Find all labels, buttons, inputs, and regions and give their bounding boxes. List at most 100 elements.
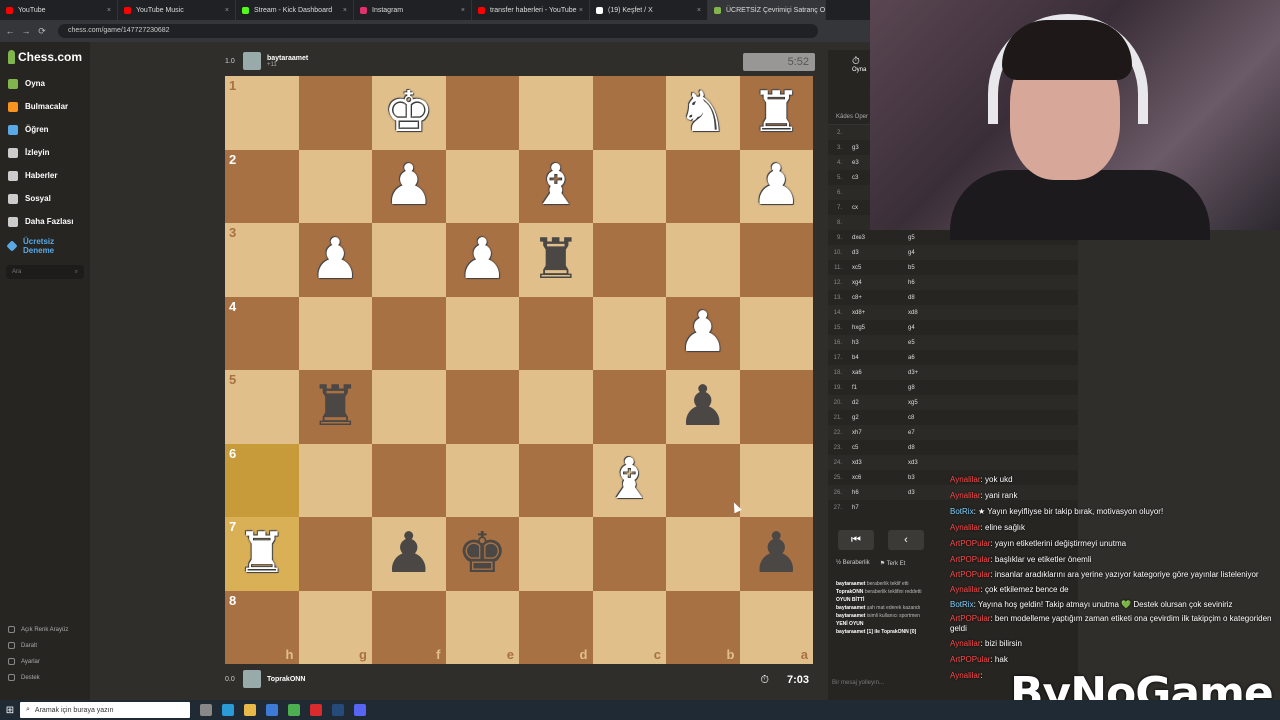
board-square[interactable] [519,370,593,444]
board-square[interactable] [519,443,593,517]
board-square[interactable] [592,517,666,591]
board-square[interactable]: ♜ [298,370,372,444]
move-san[interactable]: xd8 [908,310,968,316]
first-move-button[interactable]: ⏮ [838,530,874,550]
board-square[interactable]: ♟ [372,149,446,223]
chat-username[interactable]: Aynalilar [950,523,981,532]
board-square[interactable] [592,296,666,370]
board-square[interactable] [445,76,519,150]
move-san[interactable]: a6 [908,355,968,361]
browser-tab[interactable]: YouTube × [0,0,118,20]
move-san[interactable]: c5 [848,445,908,451]
board-square[interactable]: ♟ [739,517,813,591]
white-king-icon[interactable]: ♚ [384,84,434,141]
sidebar-item-6[interactable]: Daha Fazlası [0,210,90,233]
white-rook-icon[interactable]: ♜ [237,525,287,582]
board-square[interactable]: ♟ [372,517,446,591]
move-san[interactable]: dxe3 [848,235,908,241]
board-square[interactable] [666,443,740,517]
sidebar-item-4[interactable]: Haberler [0,164,90,187]
task-view-icon[interactable] [200,704,212,716]
chrome-icon[interactable] [288,704,300,716]
board-square[interactable] [298,76,372,150]
move-san[interactable]: g4 [908,250,968,256]
board-square[interactable]: ♟ [445,223,519,297]
board-square[interactable] [592,149,666,223]
move-san[interactable]: e5 [908,340,968,346]
move-san[interactable]: xh7 [848,430,908,436]
board-square[interactable] [372,296,446,370]
board-square[interactable] [298,296,372,370]
board-square[interactable] [739,370,813,444]
board-square[interactable] [592,370,666,444]
board-square[interactable]: b [666,590,740,664]
black-pawn-icon[interactable]: ♟ [384,525,434,582]
move-san[interactable]: hxg5 [848,325,908,331]
board-square[interactable]: ♟ [739,149,813,223]
move-san[interactable]: h6 [908,280,968,286]
board-square[interactable]: ♟ [298,223,372,297]
sidebar-footer-item[interactable]: Destek [8,674,40,681]
move-san[interactable]: xd3 [908,460,968,466]
black-rook-icon[interactable]: ♜ [310,378,360,435]
back-icon[interactable]: ← [4,26,16,36]
board-square[interactable] [445,370,519,444]
board-square[interactable]: 8h [225,590,299,664]
message-input[interactable]: Bir mesaj yolleyın... [832,680,884,686]
board-square[interactable] [519,76,593,150]
store-icon[interactable] [266,704,278,716]
move-san[interactable]: d3 [848,250,908,256]
black-pawn-icon[interactable]: ♟ [678,378,728,435]
move-san[interactable]: g4 [908,325,968,331]
board-square[interactable]: ♞ [666,76,740,150]
board-square[interactable]: 1 [225,76,299,150]
white-pawn-icon[interactable]: ♟ [310,231,360,288]
move-san[interactable]: d3+ [908,370,968,376]
close-tab-icon[interactable]: × [107,7,111,14]
white-bishop-icon[interactable]: ♝ [531,158,581,214]
board-square[interactable] [298,149,372,223]
white-pawn-icon[interactable]: ♟ [384,158,434,214]
browser-tab[interactable]: Stream - Kick Dashboard × [236,0,354,20]
move-san[interactable]: xg4 [848,280,908,286]
move-san[interactable]: g2 [848,415,908,421]
prev-move-button[interactable]: ‹ [888,530,924,550]
board-square[interactable]: ♜ [739,76,813,150]
discord-icon[interactable] [354,704,366,716]
sidebar-footer-item[interactable]: Açık Renk Arayüz [8,626,68,633]
steam-icon[interactable] [332,704,344,716]
move-san[interactable]: xc6 [848,475,908,481]
move-san[interactable]: xa6 [848,370,908,376]
chess-board[interactable]: 1 ♚ ♞ ♜ 2 ♟ ♝ ♟ 3 ♟ ♟ ♜ 4 ♟ 5 ♜ ♟ 6 ♝ 7 ♜ ♟ ♚ ♟ 8 h g f e d c b a [225,76,813,664]
chat-username[interactable]: ArtPOPular [950,555,990,564]
move-san[interactable]: d8 [908,445,968,451]
browser-tab[interactable]: YouTube Music × [118,0,236,20]
board-square[interactable] [445,296,519,370]
board-square[interactable]: ♝ [519,149,593,223]
close-tab-icon[interactable]: × [225,7,229,14]
sidebar-item-trial[interactable]: Ücretsiz Deneme [0,233,90,259]
board-square[interactable]: 3 [225,223,299,297]
board-square[interactable]: c [592,590,666,664]
top-player-name[interactable]: baytaraamet [267,55,308,62]
move-san[interactable]: h3 [848,340,908,346]
sidebar-search-input[interactable]: Ara ⌕ [6,265,84,279]
black-pawn-icon[interactable]: ♟ [751,525,801,582]
board-square[interactable]: ♟ [666,296,740,370]
board-square[interactable] [298,517,372,591]
board-square[interactable]: g [298,590,372,664]
chesscom-logo[interactable]: Chess.com [0,42,90,72]
board-square[interactable] [519,296,593,370]
board-square[interactable] [739,296,813,370]
resign-button[interactable]: ⚑ Terk Et [880,560,906,567]
move-san[interactable]: h6 [848,490,908,496]
chat-username[interactable]: ArtPOPular [950,614,990,623]
move-san[interactable]: e7 [908,430,968,436]
close-tab-icon[interactable]: × [579,7,583,14]
bottom-player-avatar[interactable] [243,670,261,688]
move-san[interactable]: b5 [908,265,968,271]
files-icon[interactable] [244,704,256,716]
chat-username[interactable]: BotRix [950,507,974,516]
reload-icon[interactable]: ⟳ [36,26,48,37]
white-rook-icon[interactable]: ♜ [751,84,801,141]
